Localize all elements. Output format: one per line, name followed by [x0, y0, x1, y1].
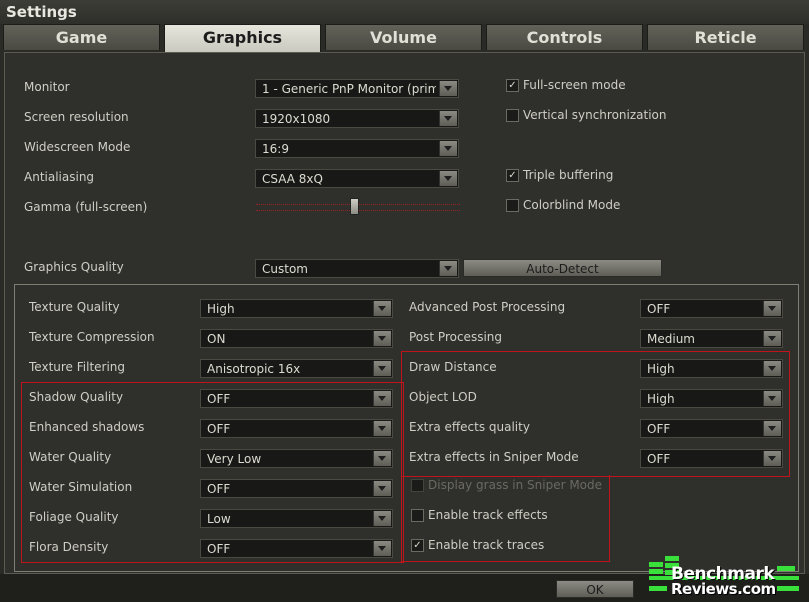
chevron-down-icon: [373, 301, 391, 316]
tab-graphics[interactable]: Graphics: [164, 24, 321, 52]
texture-filtering-value: Anisotropic 16x: [207, 362, 301, 376]
post-processing-label: Post Processing: [409, 330, 502, 344]
title-bar: Settings: [0, 0, 809, 24]
auto-detect-button[interactable]: Auto-Detect: [463, 259, 662, 277]
antialiasing-value: CSAA 8xQ: [262, 172, 323, 186]
monitor-select[interactable]: 1 - Generic PnP Monitor (primary): [255, 79, 459, 98]
graphics-quality-value: Custom: [262, 262, 308, 276]
texture-compression-value: ON: [207, 332, 226, 346]
post-processing-value: Medium: [647, 332, 695, 346]
texture-quality-label: Texture Quality: [29, 300, 120, 314]
chevron-down-icon: [439, 171, 457, 186]
watermark-line2: Reviews.com: [671, 580, 776, 598]
texture-filtering-select[interactable]: Anisotropic 16x: [200, 359, 393, 378]
texture-quality-select[interactable]: High: [200, 299, 393, 318]
gamma-label: Gamma (full-screen): [24, 200, 148, 214]
tab-controls[interactable]: Controls: [486, 24, 643, 50]
window-title: Settings: [6, 3, 77, 21]
gamma-slider-thumb[interactable]: [349, 198, 359, 215]
highlight-box-right-bottom: [401, 475, 610, 562]
texture-compression-label: Texture Compression: [29, 330, 155, 344]
chevron-down-icon: [439, 111, 457, 126]
colorblind-checkbox[interactable]: [506, 199, 519, 212]
tab-bar: Game Graphics Volume Controls Reticle: [3, 24, 809, 52]
antialiasing-select[interactable]: CSAA 8xQ: [255, 169, 459, 188]
chevron-down-icon: [373, 331, 391, 346]
tab-game[interactable]: Game: [3, 24, 160, 50]
advanced-post-processing-label: Advanced Post Processing: [409, 300, 566, 314]
widescreen-value: 16:9: [262, 142, 289, 156]
widescreen-select[interactable]: 16:9: [255, 139, 459, 158]
vsync-checkbox[interactable]: [506, 109, 519, 122]
resolution-label: Screen resolution: [24, 110, 129, 124]
advanced-post-processing-select[interactable]: OFF: [640, 299, 783, 318]
graphics-quality-select[interactable]: Custom: [255, 259, 459, 278]
tab-volume[interactable]: Volume: [325, 24, 482, 50]
colorblind-label: Colorblind Mode: [523, 198, 621, 212]
fullscreen-label: Full-screen mode: [523, 78, 626, 92]
vsync-label: Vertical synchronization: [523, 108, 667, 122]
monitor-label: Monitor: [24, 80, 70, 94]
monitor-value: 1 - Generic PnP Monitor (primary): [262, 82, 436, 96]
resolution-select[interactable]: 1920x1080: [255, 109, 459, 128]
texture-quality-value: High: [207, 302, 235, 316]
antialiasing-label: Antialiasing: [24, 170, 95, 184]
fullscreen-checkbox[interactable]: ✓: [506, 79, 519, 92]
post-processing-select[interactable]: Medium: [640, 329, 783, 348]
tab-reticle[interactable]: Reticle: [647, 24, 804, 50]
resolution-value: 1920x1080: [262, 112, 331, 126]
chevron-down-icon: [373, 361, 391, 376]
highlight-box-left: [21, 382, 404, 563]
ok-button[interactable]: OK: [556, 580, 634, 598]
texture-filtering-label: Texture Filtering: [29, 360, 126, 374]
chevron-down-icon: [439, 261, 457, 276]
triple-buffering-label: Triple buffering: [523, 168, 614, 182]
chevron-down-icon: [763, 301, 781, 316]
highlight-box-right-top: [401, 351, 790, 477]
chevron-down-icon: [439, 81, 457, 96]
chevron-down-icon: [763, 331, 781, 346]
widescreen-label: Widescreen Mode: [24, 140, 131, 154]
benchmark-reviews-logo: Benchmark Reviews.com: [645, 552, 809, 600]
texture-compression-select[interactable]: ON: [200, 329, 393, 348]
graphics-quality-label: Graphics Quality: [24, 260, 124, 274]
chevron-down-icon: [439, 141, 457, 156]
triple-buffering-checkbox[interactable]: ✓: [506, 169, 519, 182]
advanced-post-processing-value: OFF: [647, 302, 671, 316]
